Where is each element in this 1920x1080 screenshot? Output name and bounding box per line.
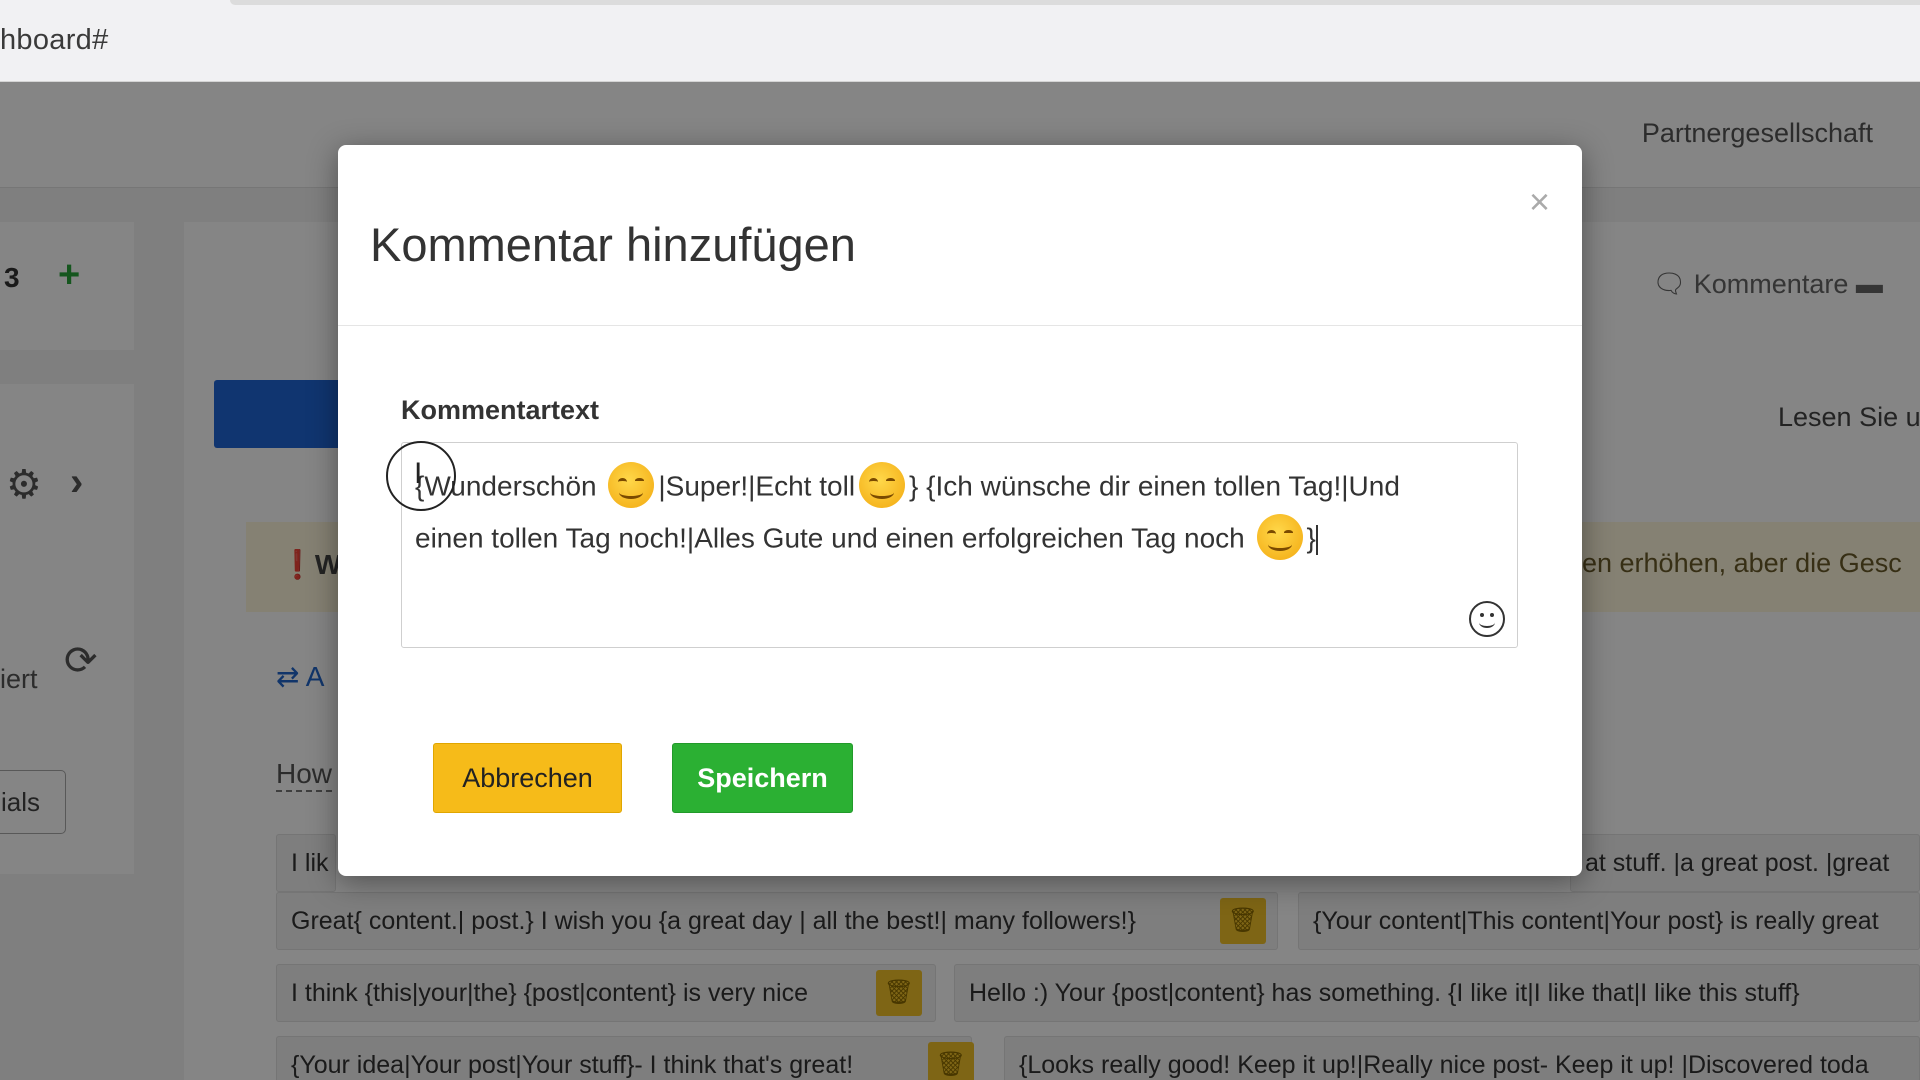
smiley-emoji <box>1256 514 1303 560</box>
cancel-button[interactable]: Abbrechen <box>433 743 622 813</box>
textarea-line-2: einen tollen Tag noch!|Alles Gute und ei… <box>415 514 1318 563</box>
comment-text-label: Kommentartext <box>401 395 600 425</box>
url-bar[interactable]: hboard# <box>0 24 109 57</box>
smiley-emoji <box>608 462 655 508</box>
save-button[interactable]: Speichern <box>672 743 853 813</box>
browser-toolbar: hboard# <box>0 0 1920 82</box>
text-segment: } <box>1306 522 1316 554</box>
comment-textarea[interactable]: {Wunderschön |Super!|Echt toll} {Ich wün… <box>401 442 1518 648</box>
text-segment: } {Ich wünsche dir einen tollen Tag!|Und <box>909 470 1400 502</box>
modal-title: Kommentar hinzufügen <box>370 218 856 271</box>
text-segment: einen tollen Tag noch!|Alles Gute und ei… <box>415 522 1245 554</box>
smiley-emoji <box>859 462 906 508</box>
close-icon[interactable]: × <box>1529 181 1550 223</box>
add-comment-modal: Kommentar hinzufügen × Kommentartext {Wu… <box>338 145 1582 876</box>
text-caret <box>1315 525 1318 555</box>
textarea-line-1: {Wunderschön |Super!|Echt toll} {Ich wün… <box>415 462 1400 511</box>
ibeam-cursor-icon: I <box>414 457 423 490</box>
browser-tab-strip <box>230 0 1920 5</box>
text-segment: |Super!|Echt toll <box>658 470 856 502</box>
modal-header: Kommentar hinzufügen × <box>338 145 1582 326</box>
emoji-picker-icon[interactable] <box>1469 601 1505 637</box>
